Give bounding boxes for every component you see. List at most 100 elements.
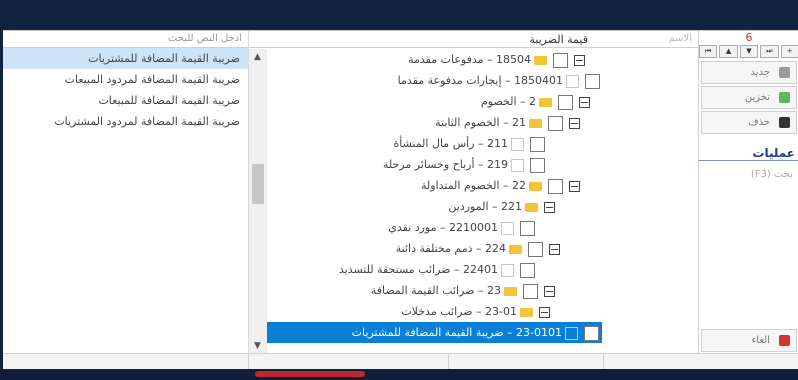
tree-node[interactable]: 1850401 – إيجارات مدفوعة مقدما [398, 70, 603, 91]
taskbar-accent [255, 371, 365, 377]
tree-node[interactable]: 18504 – مدفوعات مقدمة [408, 49, 588, 70]
expander-icon[interactable] [544, 285, 555, 297]
new-button[interactable]: جديد [701, 61, 797, 84]
tree-node[interactable]: 22401 – ضرائب مستحقة للتسديد [339, 259, 538, 280]
checkbox-icon[interactable] [520, 262, 535, 278]
leaf-checkbox-icon[interactable] [565, 326, 578, 340]
record-count: 6 [745, 31, 753, 44]
search-shortcut[interactable]: بحث (F3) [699, 169, 798, 180]
account-tree: 18504 – مدفوعات مقدمة 1850401 – إيجارات م… [267, 49, 698, 354]
first-record-icon[interactable]: ⏮ [698, 45, 718, 58]
operations-section-title[interactable]: عمليات [699, 146, 798, 161]
search-list-panel: ادخل النص للبحث ضريبة القيمة المضافة للم… [3, 31, 249, 354]
tree-node-label: 2 – الخصوم [480, 95, 536, 108]
last-record-icon[interactable]: ⏭ [760, 45, 779, 58]
folder-icon [520, 307, 533, 317]
checkbox-icon[interactable] [548, 178, 563, 194]
tree-node[interactable]: 219 – أرباح وخسائر مرحلة [383, 154, 548, 175]
tree-node[interactable]: 23 – ضرائب القيمة المضافة [371, 280, 558, 301]
status-divider [248, 354, 249, 370]
folder-icon [509, 244, 522, 254]
plus-icon [779, 67, 790, 78]
tree-node-label: 22401 – ضرائب مستحقة للتسديد [338, 263, 498, 276]
expander-icon[interactable] [569, 180, 580, 192]
add-record-icon[interactable]: + [780, 45, 798, 58]
tree-node[interactable]: 23-0101 – ضريبة القيمة المضافة للمشتريات [267, 322, 602, 343]
checkbox-icon[interactable] [530, 136, 545, 152]
scroll-thumb[interactable] [252, 164, 264, 204]
tree-node[interactable]: 224 – ذمم مختلفة دائنة [396, 238, 563, 259]
tree-node-label: 1850401 – إيجارات مدفوعة مقدما [397, 74, 563, 87]
checkbox-icon[interactable] [520, 220, 535, 236]
list-item[interactable]: ضريبة القيمة المضافة للمشتريات [3, 48, 248, 69]
checkbox-icon[interactable] [530, 157, 545, 173]
name-field[interactable]: قيمة الضريبة [529, 33, 588, 46]
folder-icon [525, 202, 538, 212]
tree-node-label: 21 – الخصوم الثابتة [435, 116, 526, 129]
expander-icon[interactable] [544, 201, 555, 213]
expander-icon[interactable] [579, 96, 590, 108]
tree-node-label: 224 – ذمم مختلفة دائنة [395, 242, 506, 255]
cancel-icon [779, 335, 790, 346]
checkbox-icon[interactable] [558, 94, 573, 110]
previous-record-icon[interactable]: ▲ [719, 45, 738, 58]
tree-node[interactable]: 23-01 – ضرائب مدخلات [401, 301, 553, 322]
checkbox-icon[interactable] [548, 115, 563, 131]
checkbox-icon[interactable] [528, 241, 543, 257]
expander-icon[interactable] [574, 54, 585, 66]
leaf-checkbox-icon[interactable] [511, 137, 524, 151]
expander-icon[interactable] [539, 306, 550, 318]
save-button[interactable]: تخزين [701, 86, 797, 109]
tree-node-label: 221 – الموردين [448, 200, 522, 213]
save-button-label: تخزين [744, 92, 770, 103]
tree-node-label: 2210001 – مورد نقدي [388, 221, 498, 234]
folder-icon [529, 181, 542, 191]
expander-icon[interactable] [569, 117, 580, 129]
folder-icon [539, 97, 552, 107]
tree-node-label: 219 – أرباح وخسائر مرحلة [382, 158, 508, 171]
checkbox-icon[interactable] [553, 52, 568, 68]
delete-icon [779, 117, 790, 128]
tree-node[interactable]: 2 – الخصوم [481, 91, 593, 112]
cancel-button[interactable]: الغاء [701, 329, 797, 352]
delete-button[interactable]: حذف [701, 111, 797, 134]
tree-node-label: 211 – رأس مال المنشأة [393, 137, 508, 150]
tree-node[interactable]: 21 – الخصوم الثابتة [435, 112, 583, 133]
scroll-down-icon[interactable]: ▼ [254, 341, 261, 351]
list-item[interactable]: ضريبة القيمة المضافة للمبيعات [3, 90, 248, 111]
tree-node-label: 23 – ضرائب القيمة المضافة [370, 284, 501, 297]
tree-node-label: 23-0101 – ضريبة القيمة المضافة للمشتريات [351, 326, 562, 339]
search-input[interactable]: ادخل النص للبحث [3, 31, 248, 48]
leaf-checkbox-icon[interactable] [501, 263, 514, 277]
leaf-checkbox-icon[interactable] [511, 158, 524, 172]
delete-button-label: حذف [748, 117, 770, 128]
tree-node[interactable]: 2210001 – مورد نقدي [388, 217, 538, 238]
scrollbar[interactable]: ▲ ▼ [249, 49, 267, 354]
save-icon [779, 92, 790, 103]
name-label: الاسم [668, 33, 692, 44]
next-record-icon[interactable]: ▼ [739, 45, 759, 58]
tree-node-label: 18504 – مدفوعات مقدمة [408, 53, 531, 66]
tree-node[interactable]: 211 – رأس مال المنشأة [393, 133, 548, 154]
actions-panel: 6 ⏮ ▲ ▼ ⏭ + جديد تخزين حذف عمليات بحث (F… [698, 31, 798, 354]
tree-node[interactable]: 22 – الخصوم المتداولة [421, 175, 583, 196]
expander-icon[interactable] [549, 243, 560, 255]
nav-arrows: ⏮ ▲ ▼ ⏭ + [698, 45, 798, 59]
leaf-checkbox-icon[interactable] [501, 221, 514, 235]
tree-node-label: 22 – الخصوم المتداولة [420, 179, 526, 192]
list-item[interactable]: ضريبة القيمة المضافة لمردود المبيعات [3, 69, 248, 90]
status-divider [603, 354, 604, 370]
scroll-up-icon[interactable]: ▲ [254, 52, 261, 62]
cancel-button-label: الغاء [751, 335, 770, 346]
tree-node[interactable]: 221 – الموردين [448, 196, 558, 217]
status-divider [448, 354, 449, 370]
leaf-checkbox-icon[interactable] [566, 74, 579, 88]
folder-icon [529, 118, 542, 128]
checkbox-icon[interactable] [584, 325, 599, 341]
folder-icon [504, 286, 517, 296]
checkbox-icon[interactable] [523, 283, 538, 299]
name-field-row: الاسم قيمة الضريبة [249, 31, 698, 48]
list-item[interactable]: ضريبة القيمة المضافة لمردود المشتريات [3, 111, 248, 132]
checkbox-icon[interactable] [585, 73, 600, 89]
taskbar-area [0, 369, 798, 380]
